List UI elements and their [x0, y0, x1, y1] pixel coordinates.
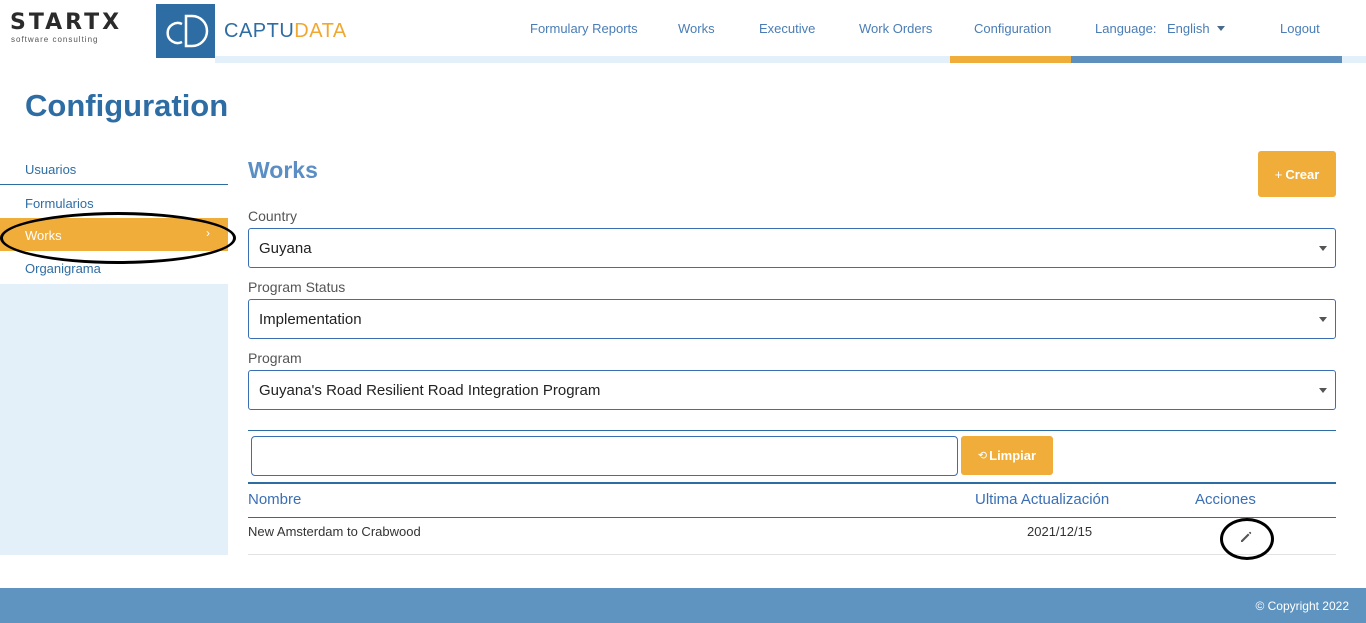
program-status-label: Program Status — [248, 279, 346, 295]
nav-works[interactable]: Works — [678, 21, 715, 36]
nav-work-orders[interactable]: Work Orders — [859, 21, 932, 36]
search-input[interactable] — [251, 436, 958, 476]
column-header-nombre[interactable]: Nombre — [248, 491, 301, 508]
country-label: Country — [248, 208, 298, 224]
program-status-value: Implementation — [259, 311, 362, 328]
program-label: Program — [248, 350, 302, 366]
top-header: STARTX software consulting CAPTUDATA For… — [0, 0, 1366, 63]
filter-divider — [248, 430, 1336, 431]
chevron-down-icon — [1319, 388, 1327, 393]
cell-nombre: New Amsterdam to Crabwood — [248, 524, 421, 539]
column-header-acciones: Acciones — [1195, 491, 1256, 508]
section-title: Works — [248, 157, 318, 183]
nav-executive[interactable]: Executive — [759, 21, 815, 36]
sidebar-item-label: Works — [25, 228, 62, 243]
sidebar-item-works[interactable]: Works › — [0, 218, 228, 251]
captudata-logo-icon[interactable] — [156, 4, 215, 58]
clear-button-label: Limpiar — [989, 448, 1037, 463]
page-title: Configuration — [25, 88, 229, 123]
plus-icon: + — [1274, 166, 1283, 182]
country-select[interactable]: Guyana — [248, 228, 1336, 268]
sidebar-item-usuarios[interactable]: Usuarios — [0, 152, 228, 185]
country-value: Guyana — [259, 240, 312, 257]
column-header-ultima-actualizacion[interactable]: Ultima Actualización — [975, 491, 1109, 508]
pencil-icon[interactable] — [1238, 529, 1254, 545]
startx-logo[interactable]: STARTX software consulting — [10, 10, 150, 44]
create-button[interactable]: + Crear — [1258, 151, 1336, 197]
program-value: Guyana's Road Resilient Road Integration… — [259, 382, 601, 399]
nav-underline — [1071, 56, 1342, 63]
footer: © Copyright 2022 — [0, 588, 1366, 623]
sidebar-item-formularios[interactable]: Formularios — [0, 186, 228, 219]
sidebar-background — [0, 284, 228, 555]
reset-icon: ⟲ — [977, 450, 988, 462]
language-select[interactable]: English — [1167, 21, 1210, 36]
nav-configuration[interactable]: Configuration — [974, 21, 1051, 36]
nav-formulary-reports[interactable]: Formulary Reports — [530, 21, 638, 36]
copyright-text: © Copyright 2022 — [1255, 599, 1349, 613]
startx-tagline: software consulting — [11, 35, 99, 44]
sidebar-item-label: Organigrama — [25, 261, 101, 276]
chevron-right-icon: › — [206, 226, 210, 240]
create-button-label: Crear — [1285, 166, 1320, 182]
sidebar-divider — [0, 184, 228, 185]
captudata-wordmark: CAPTUDATA — [224, 20, 347, 42]
sidebar: Usuarios Formularios Works › Organigrama — [0, 150, 228, 555]
chevron-down-icon[interactable] — [1217, 26, 1225, 31]
logout-link[interactable]: Logout — [1280, 21, 1320, 36]
chevron-down-icon — [1319, 317, 1327, 322]
chevron-down-icon — [1319, 246, 1327, 251]
table-row-border — [248, 554, 1336, 555]
table-header-border — [248, 517, 1336, 518]
program-status-select[interactable]: Implementation — [248, 299, 1336, 339]
nav-active-indicator — [950, 56, 1071, 63]
program-select[interactable]: Guyana's Road Resilient Road Integration… — [248, 370, 1336, 410]
sidebar-item-label: Formularios — [25, 196, 94, 211]
startx-wordmark: STARTX — [10, 10, 123, 35]
sidebar-item-label: Usuarios — [25, 162, 77, 177]
sidebar-item-organigrama[interactable]: Organigrama — [0, 251, 228, 284]
language-label: Language: — [1095, 21, 1157, 36]
table-top-border — [248, 482, 1336, 484]
clear-button[interactable]: ⟲ Limpiar — [961, 436, 1053, 475]
cell-fecha: 2021/12/15 — [1027, 524, 1093, 539]
